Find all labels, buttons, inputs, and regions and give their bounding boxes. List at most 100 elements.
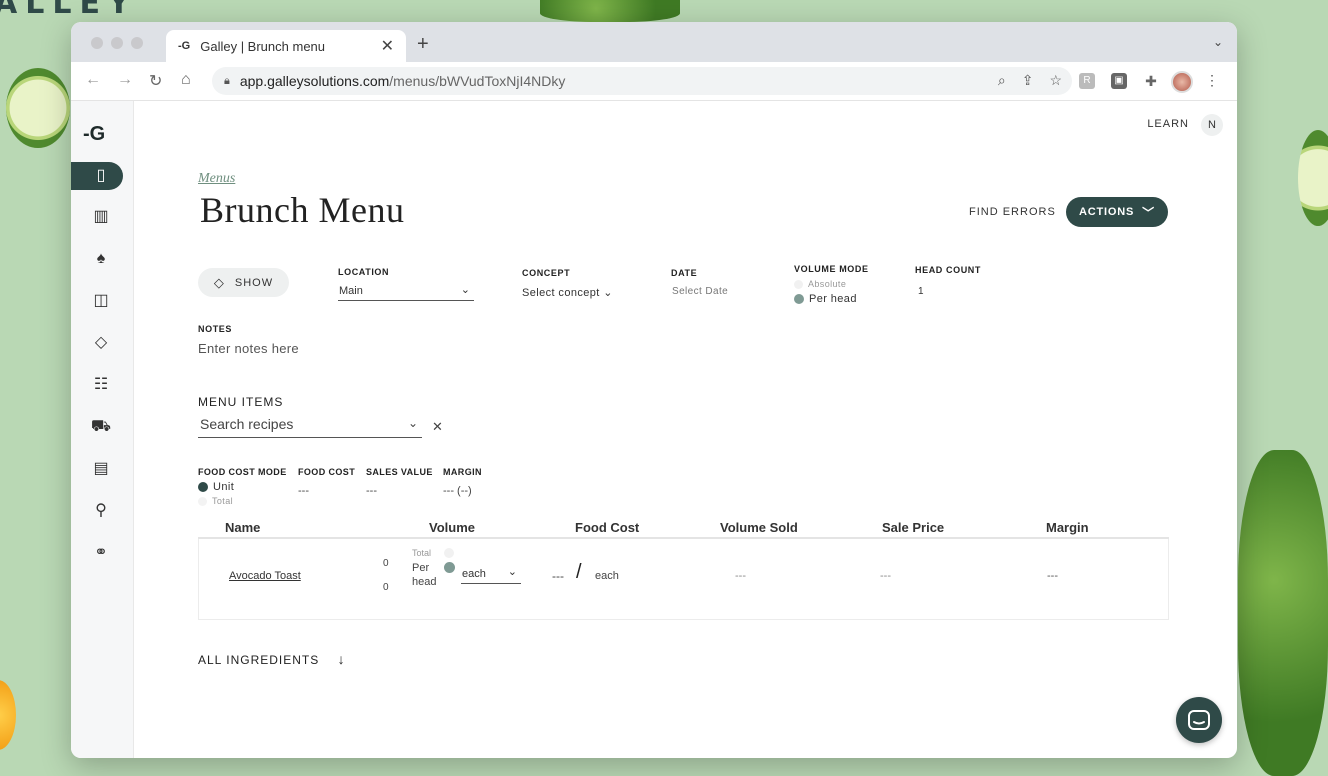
clear-search-icon[interactable]: ✕: [432, 419, 443, 435]
date-picker[interactable]: Select Date: [672, 286, 728, 297]
chat-support-button[interactable]: [1176, 697, 1222, 743]
volume-sold-cell[interactable]: ---: [735, 570, 746, 582]
column-header-name: Name: [225, 520, 261, 535]
address-bar-actions: ⌕ ⇪ ☆: [998, 72, 1062, 89]
unit-select[interactable]: each ⌄: [461, 564, 521, 584]
browser-window: -G Galley | Brunch menu ✕ + ⌄ ← → ↻ ⌂ 🔒︎…: [71, 22, 1237, 758]
close-tab-icon[interactable]: ✕: [381, 36, 394, 56]
row-mode-total-radio[interactable]: [444, 548, 454, 558]
recipe-name-link[interactable]: Avocado Toast: [229, 570, 301, 582]
radio-selected-icon: [794, 294, 804, 305]
volume-per-head-input[interactable]: 0: [383, 558, 389, 569]
notes-input[interactable]: Enter notes here: [198, 341, 299, 356]
food-cost-value: ---: [298, 485, 309, 497]
volume-mode-absolute-radio[interactable]: Absolute: [794, 279, 847, 290]
column-header-food-cost: Food Cost: [575, 520, 640, 535]
extensions-puzzle-icon[interactable]: ✚: [1143, 73, 1159, 89]
margin-cell: ---: [1047, 570, 1058, 582]
new-tab-icon[interactable]: +: [417, 33, 429, 56]
browser-toolbar: ← → ↻ ⌂ 🔒︎ app.galleysolutions.com/menus…: [71, 62, 1237, 101]
all-ingredients-toggle[interactable]: ALL INGREDIENTS ↓: [198, 651, 346, 667]
sidebar-item-locations-pin-icon[interactable]: ⚲: [89, 499, 113, 523]
window-zoom-dot[interactable]: [131, 37, 143, 49]
sidebar-item-dining-icon[interactable]: ⚭: [89, 541, 113, 565]
sales-value-value: ---: [366, 485, 377, 497]
find-errors-button[interactable]: FIND ERRORS: [969, 206, 1056, 218]
volume-mode-absolute-label: Absolute: [808, 279, 847, 289]
row-mode-per-head-radio[interactable]: [444, 562, 455, 573]
sidebar-item-reports-document-icon[interactable]: ▤: [89, 457, 113, 481]
column-header-sale-price: Sale Price: [882, 520, 945, 535]
back-arrow-icon[interactable]: ←: [85, 71, 101, 89]
volume-mode-per-head-label: Per head: [412, 562, 437, 588]
tab-search-chevron-icon[interactable]: ⌄: [1213, 35, 1223, 49]
breadcrumb-menus[interactable]: Menus: [198, 171, 235, 187]
concept-select[interactable]: Select concept ⌄: [522, 286, 613, 299]
chat-bubble-icon: [1188, 710, 1210, 730]
location-value: Main: [339, 285, 363, 297]
chevron-down-icon: ﹀: [1142, 205, 1155, 220]
head-count-input[interactable]: 1: [918, 286, 924, 297]
zoom-icon[interactable]: ⌕: [998, 72, 1006, 89]
menu-items-heading: MENU ITEMS: [198, 395, 284, 409]
menu-items-table-header: Name Volume Food Cost Volume Sold Sale P…: [198, 513, 1169, 539]
orange-decoration: [0, 680, 16, 750]
sidebar-item-menus-clipboard-icon[interactable]: ▯: [89, 164, 113, 188]
home-icon[interactable]: ⌂: [181, 71, 191, 89]
location-select[interactable]: Main ⌄: [338, 281, 474, 301]
galley-logo-icon[interactable]: -G: [83, 123, 105, 146]
sidebar-item-ingredients-leaf-icon[interactable]: ♠: [89, 247, 113, 271]
food-cost-separator: /: [576, 561, 582, 583]
margin-value: --- (--): [443, 485, 472, 497]
sidebar-item-checklist-icon[interactable]: ☷: [89, 373, 113, 397]
browser-tab[interactable]: -G Galley | Brunch menu ✕: [166, 30, 406, 62]
app-sidebar: -G ▯ ▥ ♠ ◫ ◇ ☷ ⛟ ▤ ⚲ ⚭: [71, 101, 134, 758]
sale-price-cell[interactable]: ---: [880, 570, 891, 582]
address-bar[interactable]: 🔒︎ app.galleysolutions.com/menus/bWVudTo…: [212, 67, 1072, 95]
food-cost-mode-total-label: Total: [212, 496, 234, 506]
volume-mode-per-head-radio[interactable]: Per head: [794, 293, 857, 305]
profile-avatar[interactable]: [1171, 71, 1193, 93]
reload-icon[interactable]: ↻: [149, 71, 162, 91]
sidebar-item-recipes-book-icon[interactable]: ▥: [89, 205, 113, 229]
share-icon[interactable]: ⇪: [1022, 72, 1034, 89]
background-brand-text: ALLEY: [0, 0, 138, 21]
kale-decoration: [540, 0, 680, 22]
food-cost-mode-label: FOOD COST MODE: [198, 467, 287, 477]
tab-title: Galley | Brunch menu: [200, 38, 326, 54]
sidebar-item-containers-icon[interactable]: ◫: [89, 289, 113, 313]
kale-decoration: [1238, 450, 1328, 776]
food-cost-mode-unit-radio[interactable]: Unit: [198, 481, 234, 493]
food-cost-unit: each: [595, 570, 619, 582]
search-recipes-input[interactable]: Search recipes ⌄: [198, 416, 422, 438]
actions-button[interactable]: ACTIONS ﹀: [1066, 197, 1168, 227]
volume-total-input[interactable]: 0: [383, 582, 389, 593]
url-host: app.galleysolutions.com: [239, 73, 390, 89]
volume-mode-per-head-label: Per head: [809, 293, 857, 305]
main-content: LEARN N Menus Brunch Menu FIND ERRORS AC…: [134, 101, 1237, 758]
sidebar-item-tags-tag-icon[interactable]: ◇: [89, 331, 113, 355]
window-close-dot[interactable]: [91, 37, 103, 49]
volume-mode-label: VOLUME MODE: [794, 264, 869, 274]
food-cost-mode-total-radio[interactable]: Total: [198, 496, 234, 507]
galley-app: -G ▯ ▥ ♠ ◫ ◇ ☷ ⛟ ▤ ⚲ ⚭ LEARN N Menus Bru…: [71, 101, 1237, 758]
sidebar-item-orders-cart-icon[interactable]: ⛟: [89, 415, 113, 439]
user-avatar[interactable]: N: [1201, 114, 1223, 136]
window-minimize-dot[interactable]: [111, 37, 123, 49]
page-title: Brunch Menu: [200, 190, 405, 230]
show-button[interactable]: ◇ SHOW: [198, 268, 289, 297]
extension-r-icon[interactable]: R: [1079, 73, 1095, 89]
learn-link[interactable]: LEARN: [1147, 118, 1189, 130]
radio-unselected-icon: [198, 497, 207, 507]
forward-arrow-icon[interactable]: →: [117, 71, 133, 89]
arrow-down-icon: ↓: [337, 651, 346, 667]
chevron-down-icon: ⌄: [507, 566, 517, 578]
extension-capture-icon[interactable]: ▣: [1111, 73, 1127, 89]
tag-icon: ◇: [213, 274, 225, 290]
sales-value-label: SALES VALUE: [366, 467, 433, 477]
browser-menu-kebab-icon[interactable]: ⋮: [1205, 72, 1219, 89]
head-count-label: HEAD COUNT: [915, 265, 981, 275]
url-path: /menus/bWVudToxNjI4NDky: [389, 73, 566, 89]
search-recipes-placeholder: Search recipes: [200, 416, 294, 432]
bookmark-star-icon[interactable]: ☆: [1049, 72, 1062, 89]
